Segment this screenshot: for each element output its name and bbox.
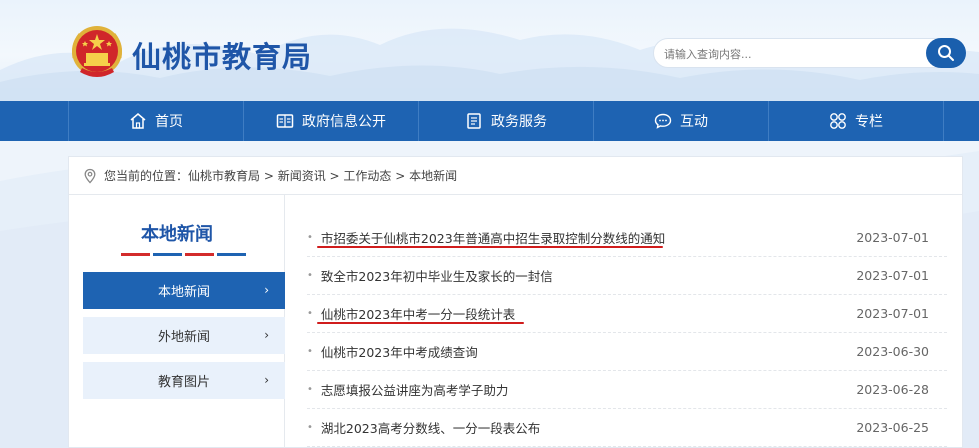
- nav-item-home[interactable]: 首页: [69, 101, 244, 141]
- sidebar-item-local-news[interactable]: 本地新闻 ›: [83, 272, 285, 309]
- breadcrumb-separator: >: [260, 168, 278, 183]
- news-title-link[interactable]: 志愿填报公益讲座为高考学子助力: [321, 380, 509, 399]
- chat-icon: [654, 112, 672, 130]
- bullet-icon: •: [307, 384, 313, 395]
- main-nav: 首页 政府信息公开 政务服务 互动 专栏: [0, 101, 979, 141]
- nav-item-label: 专栏: [855, 114, 883, 130]
- grid-icon: [829, 112, 847, 130]
- nav-item-label: 互动: [680, 114, 708, 130]
- news-title-link[interactable]: 仙桃市2023年中考成绩查询: [321, 342, 478, 361]
- breadcrumb-separator: >: [391, 168, 410, 183]
- bullet-icon: •: [307, 232, 313, 243]
- list-item: • 仙桃市2023年中考成绩查询 2023-06-30: [307, 333, 947, 371]
- nav-item-columns[interactable]: 专栏: [769, 101, 944, 141]
- breadcrumb-link-home[interactable]: 仙桃市教育局: [188, 167, 260, 184]
- news-date: 2023-06-28: [856, 382, 929, 397]
- news-title-link[interactable]: 湖北2023高考分数线、一分一段表公布: [321, 418, 540, 437]
- title-underline: [121, 253, 246, 256]
- breadcrumb-separator: >: [325, 168, 344, 183]
- breadcrumb-link-news[interactable]: 新闻资讯: [278, 167, 326, 184]
- news-date: 2023-06-30: [856, 344, 929, 359]
- red-underline-annotation: [317, 322, 524, 324]
- site-title: 仙桃市教育局: [132, 40, 313, 74]
- list-item: • 市招委关于仙桃市2023年普通高中招生录取控制分数线的通知 2023-07-…: [307, 219, 947, 257]
- info-panel-icon: [276, 112, 294, 130]
- sidebar-item-label: 教育图片: [157, 375, 210, 390]
- site-header: 仙桃市教育局: [0, 0, 979, 101]
- search-icon: [938, 45, 954, 61]
- news-date: 2023-07-01: [856, 306, 929, 321]
- breadcrumb-link-work-updates[interactable]: 工作动态: [343, 167, 391, 184]
- bullet-icon: •: [307, 270, 313, 281]
- sidebar-item-external-news[interactable]: 外地新闻 ›: [83, 317, 285, 354]
- list-item: • 湖北2023高考分数线、一分一段表公布 2023-06-25: [307, 409, 947, 447]
- news-title-link[interactable]: 仙桃市2023年中考一分一段统计表: [321, 304, 515, 323]
- search-input[interactable]: [664, 44, 924, 64]
- nav-item-interaction[interactable]: 互动: [594, 101, 769, 141]
- breadcrumb-current: 本地新闻: [409, 169, 458, 183]
- sidebar-item-education-photos[interactable]: 教育图片 ›: [83, 362, 285, 399]
- sidebar-title: 本地新闻: [141, 224, 213, 245]
- bullet-icon: •: [307, 346, 313, 357]
- news-title-link[interactable]: 市招委关于仙桃市2023年普通高中招生录取控制分数线的通知: [321, 228, 665, 247]
- red-underline-annotation: [317, 246, 663, 248]
- home-icon: [129, 112, 147, 130]
- news-date: 2023-07-01: [856, 268, 929, 283]
- location-pin-icon: [82, 168, 98, 184]
- news-date: 2023-06-25: [856, 420, 929, 435]
- content-panel: 您当前的位置： 仙桃市教育局 > 新闻资讯 > 工作动态 > 本地新闻 本地新闻…: [68, 156, 963, 448]
- nav-item-info-disclosure[interactable]: 政府信息公开: [244, 101, 419, 141]
- breadcrumb-prefix: 您当前的位置：: [104, 169, 189, 183]
- national-emblem-icon: [72, 26, 122, 77]
- sidebar-menu: 本地新闻 › 外地新闻 › 教育图片 ›: [83, 272, 285, 407]
- bullet-icon: •: [307, 422, 313, 433]
- bullet-icon: •: [307, 308, 313, 319]
- list-item: • 仙桃市2023年中考一分一段统计表 2023-07-01: [307, 295, 947, 333]
- news-list: • 市招委关于仙桃市2023年普通高中招生录取控制分数线的通知 2023-07-…: [307, 219, 947, 447]
- search-button[interactable]: [926, 38, 966, 68]
- list-item: • 致全市2023年初中毕业生及家长的一封信 2023-07-01: [307, 257, 947, 295]
- chevron-right-icon: ›: [264, 283, 269, 297]
- nav-item-label: 政务服务: [491, 114, 547, 130]
- chevron-right-icon: ›: [264, 328, 269, 342]
- sidebar: 本地新闻 本地新闻 › 外地新闻 › 教育图片 ›: [69, 195, 285, 448]
- news-date: 2023-07-01: [856, 230, 929, 245]
- search-box: [653, 38, 966, 68]
- nav-item-label: 首页: [155, 114, 183, 130]
- chevron-right-icon: ›: [264, 373, 269, 387]
- sidebar-item-label: 外地新闻: [157, 330, 210, 345]
- list-item: • 志愿填报公益讲座为高考学子助力 2023-06-28: [307, 371, 947, 409]
- news-title-link[interactable]: 致全市2023年初中毕业生及家长的一封信: [321, 266, 553, 285]
- nav-item-gov-services[interactable]: 政务服务: [419, 101, 594, 141]
- nav-item-label: 政府信息公开: [302, 114, 386, 130]
- sidebar-item-label: 本地新闻: [157, 285, 210, 300]
- document-icon: [465, 112, 483, 130]
- breadcrumb: 您当前的位置： 仙桃市教育局 > 新闻资讯 > 工作动态 > 本地新闻: [69, 157, 962, 195]
